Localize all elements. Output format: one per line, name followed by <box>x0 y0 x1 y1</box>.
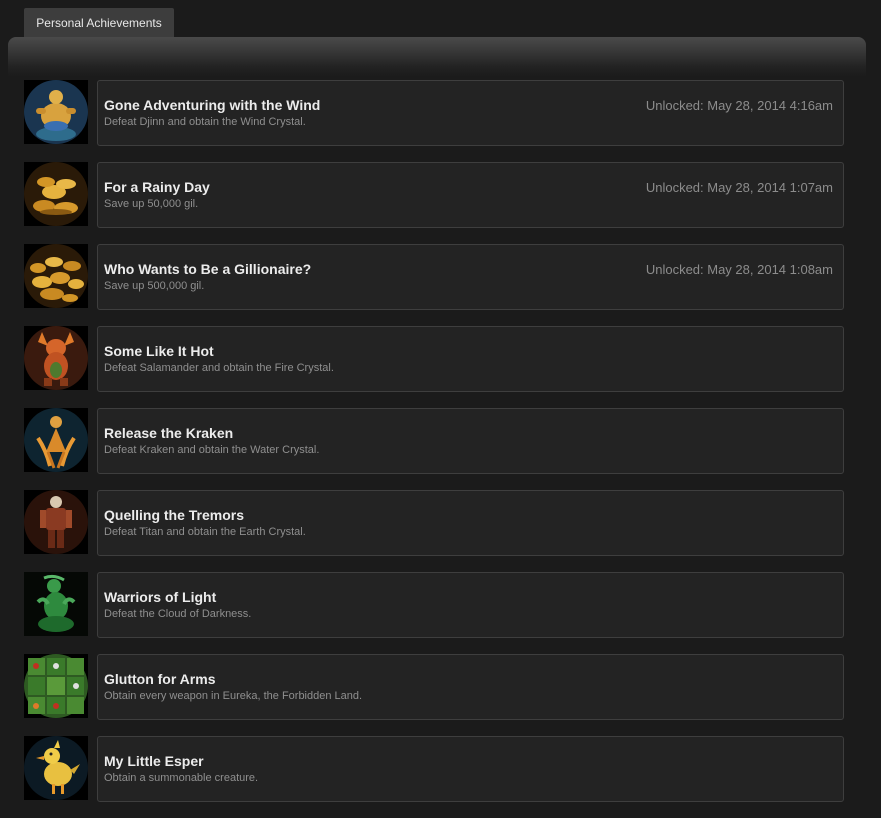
unlocked-date: Unlocked: May 28, 2014 1:07am <box>645 180 833 195</box>
achievement-row: Quelling the Tremors Defeat Titan and ob… <box>24 490 844 556</box>
achievement-card[interactable]: Quelling the Tremors Defeat Titan and ob… <box>97 490 844 556</box>
achievement-title: Warriors of Light <box>104 589 217 605</box>
achievement-card[interactable]: Glutton for Arms Obtain every weapon in … <box>97 654 844 720</box>
djinn-icon <box>24 80 88 144</box>
achievement-description: Defeat Titan and obtain the Earth Crysta… <box>104 526 306 538</box>
titan-icon <box>24 490 88 554</box>
chocobo-icon <box>24 736 88 800</box>
achievement-row: My Little Esper Obtain a summonable crea… <box>24 736 844 802</box>
achievement-description: Defeat Djinn and obtain the Wind Crystal… <box>104 116 306 128</box>
kraken-icon <box>24 408 88 472</box>
tab-personal-achievements[interactable]: Personal Achievements <box>24 8 174 38</box>
achievement-card[interactable]: Warriors of Light Defeat the Cloud of Da… <box>97 572 844 638</box>
achievement-card[interactable]: Release the Kraken Defeat Kraken and obt… <box>97 408 844 474</box>
achievement-title: Some Like It Hot <box>104 343 214 359</box>
achievement-list: Gone Adventuring with the Wind Defeat Dj… <box>24 80 844 818</box>
achievement-description: Defeat the Cloud of Darkness. <box>104 608 252 620</box>
unlocked-date: Unlocked: May 28, 2014 4:16am <box>645 98 833 113</box>
achievement-title: Who Wants to Be a Gillionaire? <box>104 261 312 277</box>
achievement-title: For a Rainy Day <box>104 179 210 195</box>
achievement-card[interactable]: My Little Esper Obtain a summonable crea… <box>97 736 844 802</box>
achievement-row: Warriors of Light Defeat the Cloud of Da… <box>24 572 844 638</box>
weapons-icon <box>24 654 88 718</box>
achievement-description: Save up 500,000 gil. <box>104 280 205 292</box>
achievement-title: Quelling the Tremors <box>104 507 245 523</box>
achievement-title: Release the Kraken <box>104 425 234 441</box>
header-bar <box>8 37 866 77</box>
achievement-row: Gone Adventuring with the Wind Defeat Dj… <box>24 80 844 146</box>
achievement-description: Defeat Kraken and obtain the Water Cryst… <box>104 444 320 456</box>
achievement-row: Who Wants to Be a Gillionaire? Save up 5… <box>24 244 844 310</box>
achievement-card[interactable]: Some Like It Hot Defeat Salamander and o… <box>97 326 844 392</box>
achievement-title: My Little Esper <box>104 753 204 769</box>
unlocked-date: Unlocked: May 28, 2014 1:08am <box>645 262 833 277</box>
salamander-icon <box>24 326 88 390</box>
gil-pile-icon <box>24 244 88 308</box>
achievement-description: Save up 50,000 gil. <box>104 198 199 210</box>
achievement-description: Defeat Salamander and obtain the Fire Cr… <box>104 362 334 374</box>
achievement-card[interactable]: Gone Adventuring with the Wind Defeat Dj… <box>97 80 844 146</box>
cloud-of-darkness-icon <box>24 572 88 636</box>
gil-coins-icon <box>24 162 88 226</box>
achievement-row: For a Rainy Day Save up 50,000 gil. Unlo… <box>24 162 844 228</box>
achievement-card[interactable]: Who Wants to Be a Gillionaire? Save up 5… <box>97 244 844 310</box>
achievement-row: Some Like It Hot Defeat Salamander and o… <box>24 326 844 392</box>
achievement-description: Obtain a summonable creature. <box>104 772 259 784</box>
achievement-card[interactable]: For a Rainy Day Save up 50,000 gil. Unlo… <box>97 162 844 228</box>
achievement-title: Glutton for Arms <box>104 671 216 687</box>
achievement-row: Glutton for Arms Obtain every weapon in … <box>24 654 844 720</box>
achievement-row: Release the Kraken Defeat Kraken and obt… <box>24 408 844 474</box>
achievement-title: Gone Adventuring with the Wind <box>104 97 321 113</box>
achievement-description: Obtain every weapon in Eureka, the Forbi… <box>104 690 363 702</box>
